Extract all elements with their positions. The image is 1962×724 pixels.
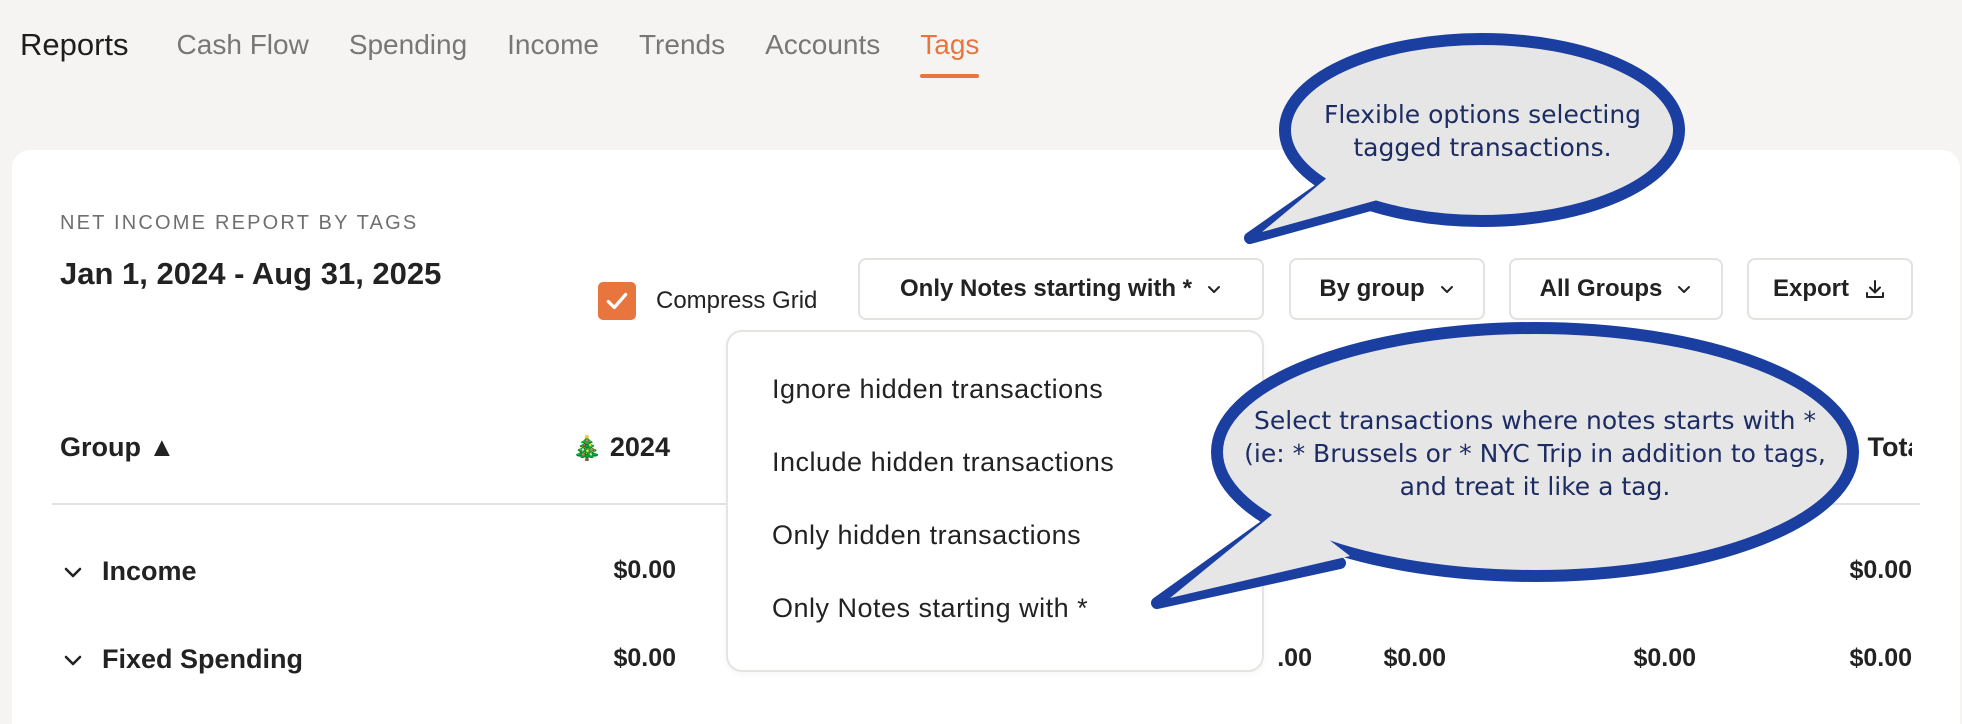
bottom-callout-text: Select transactions where notes starts w… (1228, 404, 1842, 503)
column-header-2024[interactable]: 🎄 2024 (572, 432, 670, 463)
tab-accounts[interactable]: Accounts (765, 26, 880, 64)
bottom-callout-line: (ie: * Brussels or * NYC Trip in additio… (1244, 439, 1826, 468)
tab-spending[interactable]: Spending (349, 26, 467, 64)
cell-value: $0.00 (1849, 556, 1912, 584)
tab-income[interactable]: Income (507, 26, 599, 64)
app-title: Reports (20, 27, 129, 62)
tab-trends[interactable]: Trends (639, 26, 725, 64)
chevron-down-icon (1208, 286, 1221, 293)
group-by-label: By group (1319, 275, 1425, 302)
group-by-dropdown[interactable]: By group (1289, 258, 1485, 320)
menu-item-include-hidden[interactable]: Include hidden transactions (772, 447, 1114, 478)
chevron-down-icon (1440, 286, 1453, 293)
menu-item-ignore-hidden[interactable]: Ignore hidden transactions (772, 374, 1103, 405)
menu-item-only-hidden[interactable]: Only hidden transactions (772, 520, 1081, 551)
transaction-filter-label: Only Notes starting with * (899, 275, 1193, 302)
column-header-group[interactable]: Group ▲ (60, 432, 175, 463)
export-label: Export (1772, 275, 1849, 302)
table-row-income[interactable]: Income (62, 556, 197, 587)
top-callout-text: Flexible options selecting tagged transa… (1323, 100, 1642, 162)
compress-grid-checkbox[interactable] (598, 282, 636, 320)
cell-value: $0.00 (1849, 644, 1912, 672)
menu-item-only-notes-star[interactable]: Only Notes starting with * (772, 593, 1088, 624)
tab-tags[interactable]: Tags (920, 26, 980, 78)
date-range[interactable]: Jan 1, 2024 - Aug 31, 2025 (60, 256, 441, 292)
groups-dropdown[interactable]: All Groups (1509, 258, 1723, 320)
chevron-down-icon (64, 567, 82, 577)
compress-grid-toggle[interactable]: Compress Grid (598, 282, 817, 320)
cell-value: $0.00 (613, 644, 676, 672)
row-label: Fixed Spending (102, 644, 304, 674)
cell-value: $0.00 (613, 556, 676, 584)
cell-value: $0.00 (1633, 644, 1696, 672)
transaction-filter-menu: Ignore hidden transactions Include hidde… (726, 330, 1264, 672)
check-icon (606, 292, 628, 310)
download-icon (1866, 280, 1884, 298)
tab-cash-flow[interactable]: Cash Flow (177, 26, 309, 64)
column-header-total-label: Total (1867, 432, 1913, 462)
groups-label: All Groups (1539, 275, 1663, 302)
compress-grid-label: Compress Grid (656, 287, 818, 314)
transaction-filter-dropdown[interactable]: Only Notes starting with * (858, 258, 1264, 320)
top-nav: Reports Cash Flow Spending Income Trends… (20, 26, 1019, 78)
column-header-total[interactable]: Total (1838, 432, 1913, 463)
row-label: Income (102, 556, 197, 586)
table-row-fixed-spending[interactable]: Fixed Spending (62, 644, 303, 675)
bottom-callout-line: and treat it like a tag. (1399, 472, 1671, 501)
report-label: NET INCOME REPORT BY TAGS (60, 212, 419, 234)
cell-value: $0.00 (1383, 644, 1446, 672)
export-button[interactable]: Export (1747, 258, 1913, 320)
chevron-down-icon (64, 655, 82, 665)
bottom-callout-line: Select transactions where notes starts w… (1254, 406, 1816, 435)
column-header-year-label: 2024 (609, 432, 670, 462)
chevron-down-icon (1678, 286, 1691, 293)
christmas-tree-icon: 🎄 (572, 435, 602, 462)
